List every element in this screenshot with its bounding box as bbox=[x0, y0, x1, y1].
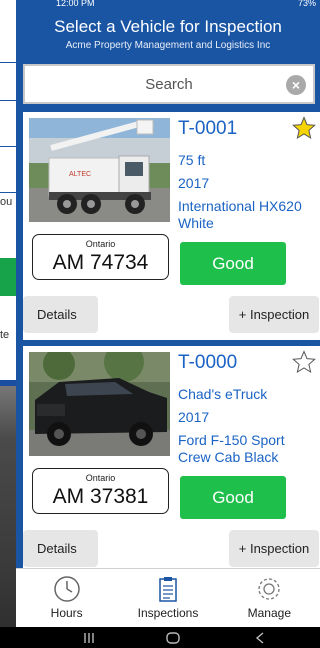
vehicle-color: White bbox=[178, 215, 214, 231]
clipboard-icon bbox=[159, 577, 177, 602]
status-bar: 12:00 PM 73% bbox=[16, 0, 320, 12]
plate-province: Ontario bbox=[85, 473, 116, 483]
vehicle-year: 2017 bbox=[178, 175, 210, 191]
star-outline-icon[interactable] bbox=[292, 350, 316, 374]
license-plate: Ontario AM 37381 bbox=[32, 468, 169, 514]
home-icon[interactable] bbox=[166, 632, 180, 644]
status-button[interactable]: Good bbox=[180, 242, 286, 285]
recent-apps-icon[interactable] bbox=[82, 632, 96, 644]
details-button[interactable]: Details bbox=[23, 296, 98, 333]
gear-icon bbox=[258, 578, 280, 600]
plate-number: AM 37381 bbox=[52, 485, 149, 508]
star-filled-icon[interactable] bbox=[292, 116, 316, 140]
vehicle-model: International HX620 bbox=[178, 198, 302, 214]
bg-text-snippet: te bbox=[0, 329, 10, 341]
modal-title: Select a Vehicle for Inspection bbox=[54, 17, 282, 36]
company-name: Acme Property Management and Logistics I… bbox=[65, 40, 271, 51]
plate-province: Ontario bbox=[85, 239, 116, 249]
license-plate: Ontario AM 74734 bbox=[32, 234, 169, 280]
details-button[interactable]: Details bbox=[23, 530, 98, 567]
add-inspection-button[interactable]: + Inspection bbox=[229, 530, 319, 567]
vehicle-color: Crew Cab Black bbox=[178, 449, 279, 465]
system-nav-bar bbox=[0, 627, 320, 648]
clear-icon[interactable]: × bbox=[286, 75, 306, 95]
unit-number[interactable]: T-0001 bbox=[178, 118, 237, 140]
nav-label: Hours bbox=[50, 606, 83, 620]
vehicle-card[interactable]: Ontario AM 37381 T-0000 Chad's eTruck 20… bbox=[23, 346, 320, 570]
back-icon[interactable] bbox=[254, 632, 266, 644]
vehicle-list[interactable]: ALTEC Ontario AM 74734 T-0001 75 ft 2017… bbox=[23, 112, 320, 570]
nav-label: Manage bbox=[247, 606, 291, 620]
modal-header: Select a Vehicle for Inspection Acme Pro… bbox=[16, 12, 320, 58]
pickup-truck-photo[interactable] bbox=[29, 352, 170, 456]
status-time: 12:00 PM bbox=[56, 0, 95, 8]
nav-label: Inspections bbox=[137, 606, 199, 620]
nav-hours[interactable]: Hours bbox=[16, 569, 117, 627]
vehicle-select-modal: 12:00 PM 73% Select a Vehicle for Inspec… bbox=[16, 0, 320, 627]
vehicle-year: 2017 bbox=[178, 409, 210, 425]
status-button[interactable]: Good bbox=[180, 476, 286, 519]
bg-green-button bbox=[0, 258, 16, 296]
nav-manage[interactable]: Manage bbox=[219, 569, 320, 627]
bg-text-snippet: ou bbox=[0, 196, 13, 208]
vehicle-detail: Chad's eTruck bbox=[178, 386, 268, 402]
status-battery: 73% bbox=[297, 0, 316, 8]
add-inspection-button[interactable]: + Inspection bbox=[229, 296, 319, 333]
vehicle-detail: 75 ft bbox=[178, 152, 206, 168]
search-input[interactable] bbox=[25, 66, 313, 102]
plate-number: AM 74734 bbox=[52, 251, 149, 274]
unit-number[interactable]: T-0000 bbox=[178, 352, 237, 374]
bucket-truck-photo[interactable]: ALTEC bbox=[29, 118, 170, 222]
svg-text:ALTEC: ALTEC bbox=[69, 171, 91, 178]
nav-inspections[interactable]: Inspections bbox=[117, 569, 218, 627]
vehicle-model: Ford F-150 Sport bbox=[178, 432, 285, 448]
vehicle-card[interactable]: ALTEC Ontario AM 74734 T-0001 75 ft 2017… bbox=[23, 112, 320, 340]
clock-icon bbox=[53, 576, 80, 602]
search-box: × bbox=[23, 64, 315, 104]
bottom-nav: Hours Inspections Manage bbox=[16, 568, 320, 627]
